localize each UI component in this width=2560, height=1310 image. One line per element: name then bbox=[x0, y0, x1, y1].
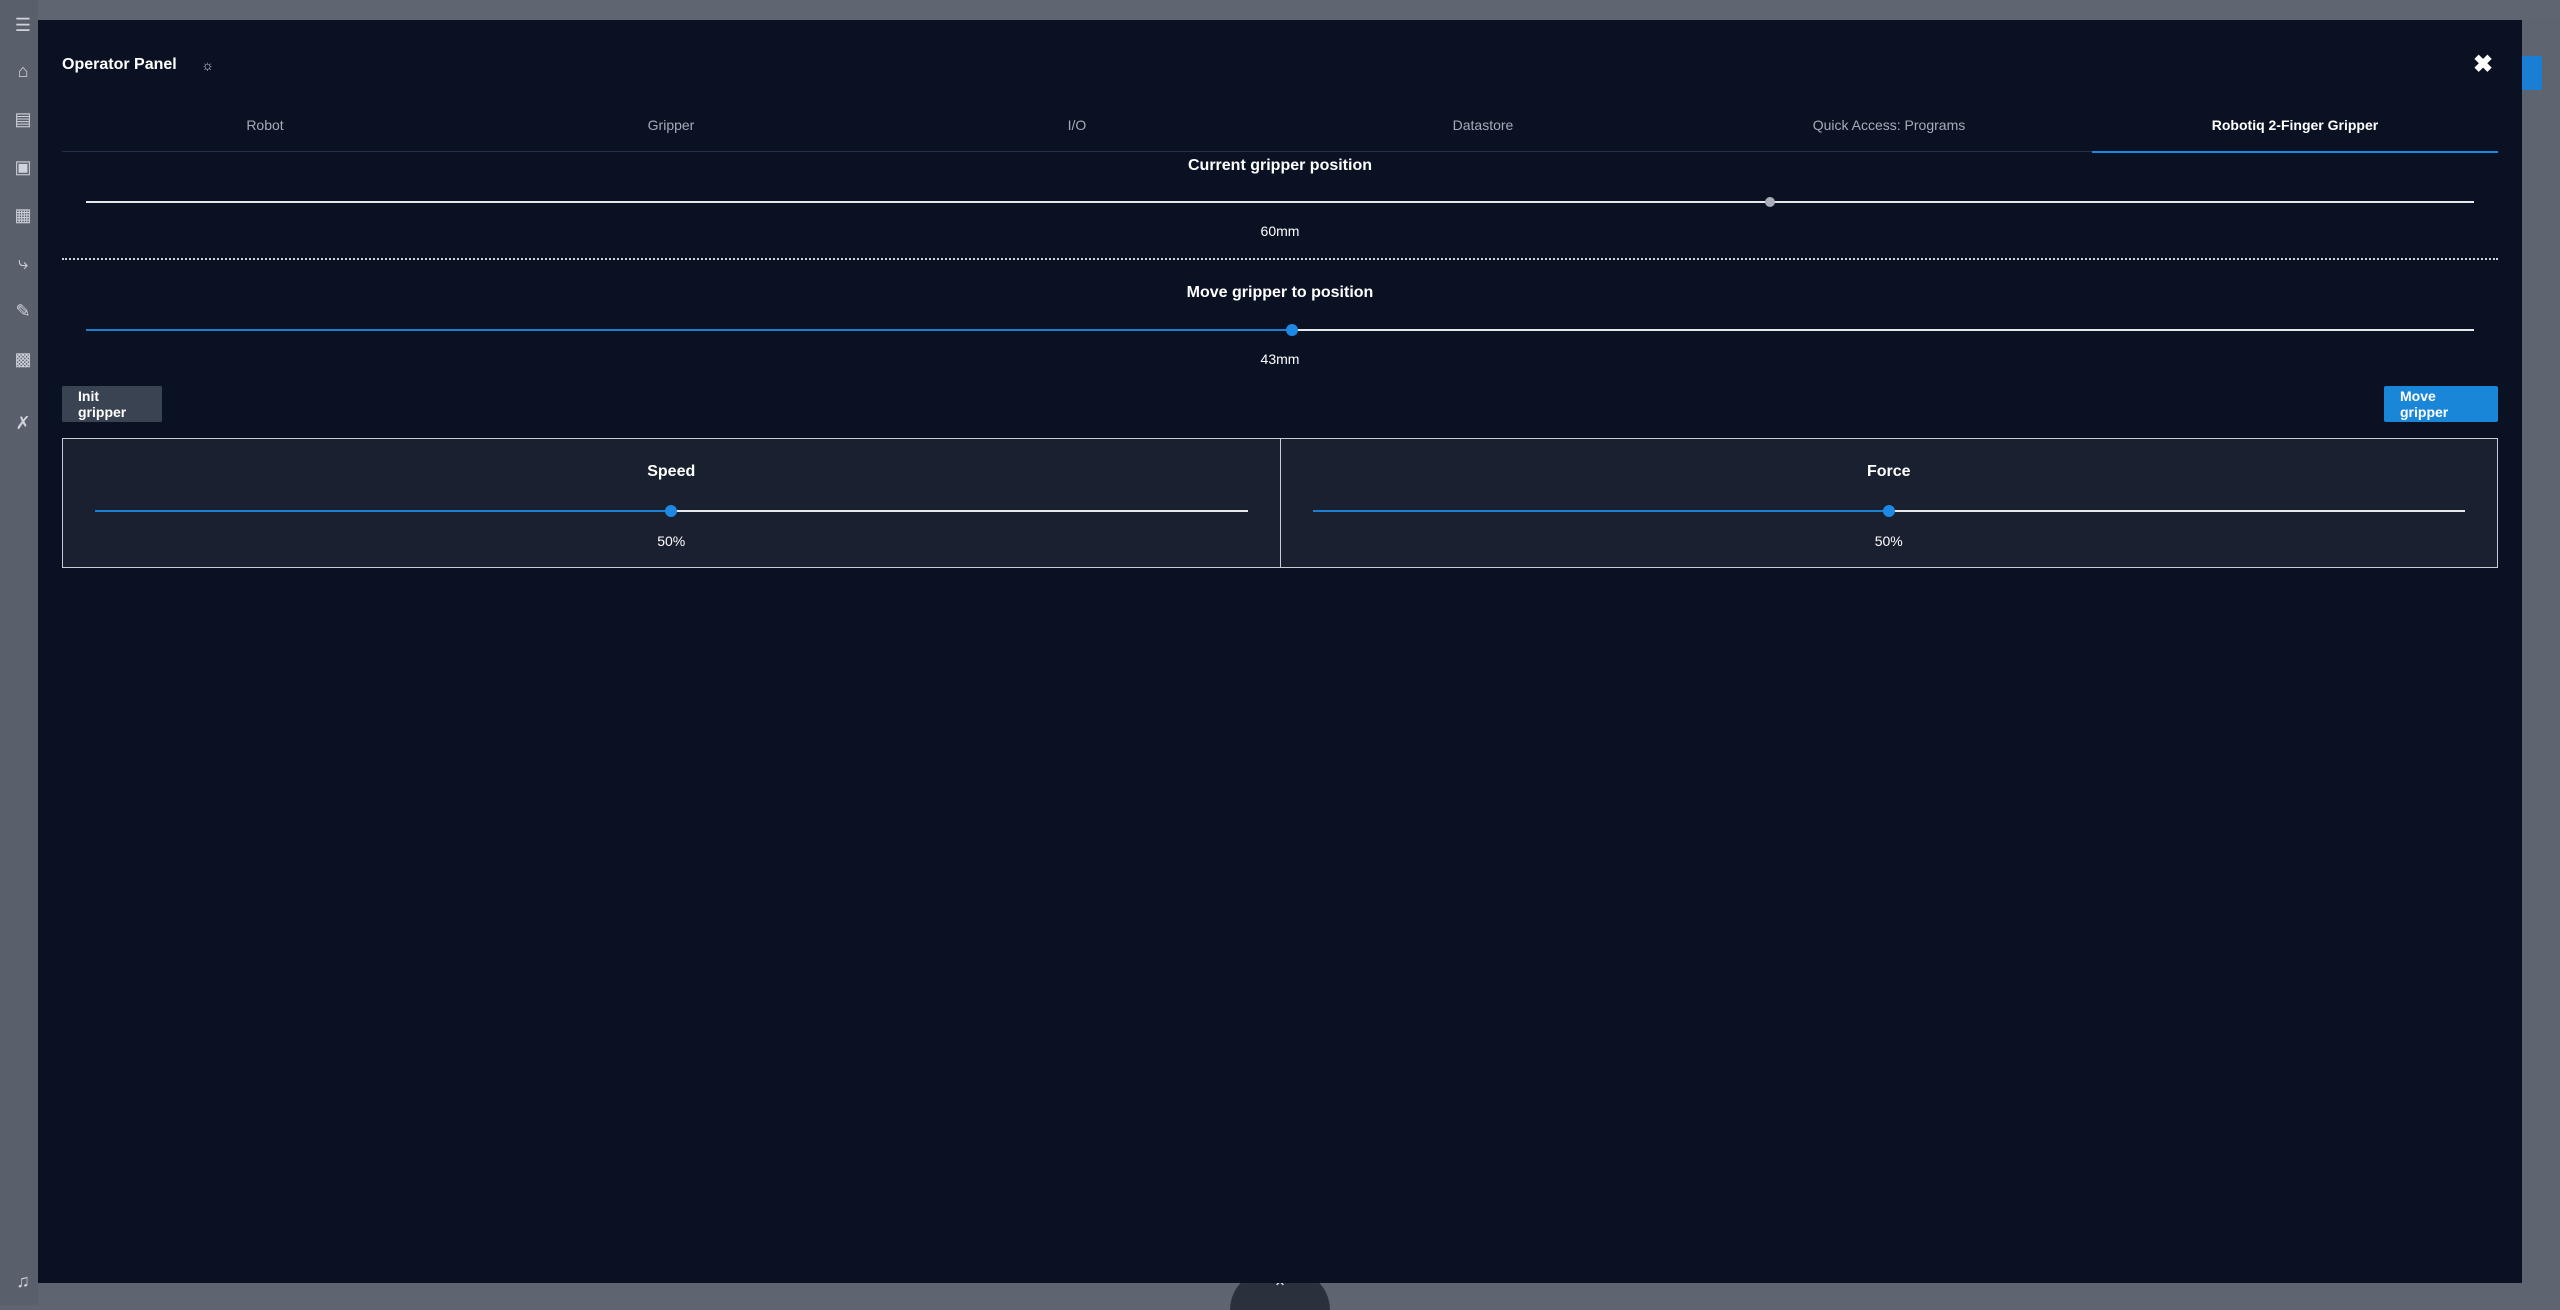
slider-thumb[interactable] bbox=[1882, 505, 1895, 517]
slider-thumb bbox=[1764, 197, 1775, 207]
monitor-icon: ▣ bbox=[14, 157, 32, 177]
apps-icon: ▦ bbox=[14, 205, 32, 225]
tab-robotiq-2-finger-gripper[interactable]: Robotiq 2-Finger Gripper bbox=[2092, 98, 2498, 153]
speed-value: 50% bbox=[657, 533, 686, 549]
notification-bell-icon: ♫ bbox=[16, 1271, 30, 1291]
force-value: 50% bbox=[1874, 533, 1903, 549]
teach-icon: ✎ bbox=[15, 301, 31, 321]
speed-force-panels: Speed 50% Force 50% bbox=[62, 438, 2498, 568]
tools-icon: ✗ bbox=[15, 413, 31, 433]
programs-icon: ▤ bbox=[14, 109, 32, 129]
init-gripper-button[interactable]: Init gripper bbox=[62, 386, 162, 422]
tab-bar: Robot Gripper I/O Datastore Quick Access: Pr… bbox=[62, 98, 2498, 153]
slider-fill bbox=[95, 510, 672, 512]
slider-track bbox=[86, 201, 2474, 203]
slider-thumb[interactable] bbox=[665, 505, 678, 517]
home-icon: ⌂ bbox=[17, 61, 29, 81]
tab-robot[interactable]: Robot bbox=[62, 98, 468, 152]
divider bbox=[62, 258, 2498, 260]
force-panel: Force 50% bbox=[1279, 439, 2498, 567]
tab-quick-access-programs[interactable]: Quick Access: Programs bbox=[1686, 98, 2092, 152]
modal-title: Operator Panel bbox=[62, 56, 177, 73]
robot-arm-icon: ⤷ bbox=[17, 253, 29, 273]
tab-datastore[interactable]: Datastore bbox=[1280, 98, 1686, 152]
target-position-value: 43mm bbox=[1260, 351, 1300, 367]
modal-header: Operator Panel ☼ ✖ bbox=[62, 48, 2498, 82]
tab-gripper[interactable]: Gripper bbox=[468, 98, 874, 152]
current-position-title: Current gripper position bbox=[1188, 157, 1372, 174]
slider-fill bbox=[1312, 510, 1889, 512]
slider-fill bbox=[86, 329, 1292, 331]
move-gripper-button[interactable]: Move gripper bbox=[2384, 386, 2498, 422]
target-position-title: Move gripper to position bbox=[1186, 284, 1374, 301]
target-position-slider[interactable] bbox=[86, 324, 2474, 336]
current-position-value: 60mm bbox=[1260, 223, 1300, 239]
force-title: Force bbox=[1866, 463, 1911, 480]
speed-title: Speed bbox=[647, 463, 696, 480]
tab-i-o[interactable]: I/O bbox=[874, 98, 1280, 152]
toolbox-icon: ▩ bbox=[14, 349, 32, 369]
slider-thumb[interactable] bbox=[1285, 324, 1298, 336]
menu-icon: ☰ bbox=[14, 15, 32, 35]
lightbulb-icon[interactable]: ☼ bbox=[199, 56, 217, 74]
speed-slider[interactable] bbox=[95, 505, 1248, 517]
background-topbar bbox=[38, 0, 2560, 20]
close-icon[interactable]: ✖ bbox=[2468, 50, 2498, 80]
speed-panel: Speed 50% bbox=[63, 439, 1280, 567]
force-slider[interactable] bbox=[1312, 505, 2465, 517]
background-sidebar: ☰ ⌂ ▤ ▣ ▦ ⤷ ✎ ▩ ✗ ♫ bbox=[0, 0, 38, 1305]
current-position-slider bbox=[86, 196, 2474, 208]
operator-panel-modal: Operator Panel ☼ ✖ Robot Gripper I/O Datast… bbox=[38, 20, 2522, 1283]
